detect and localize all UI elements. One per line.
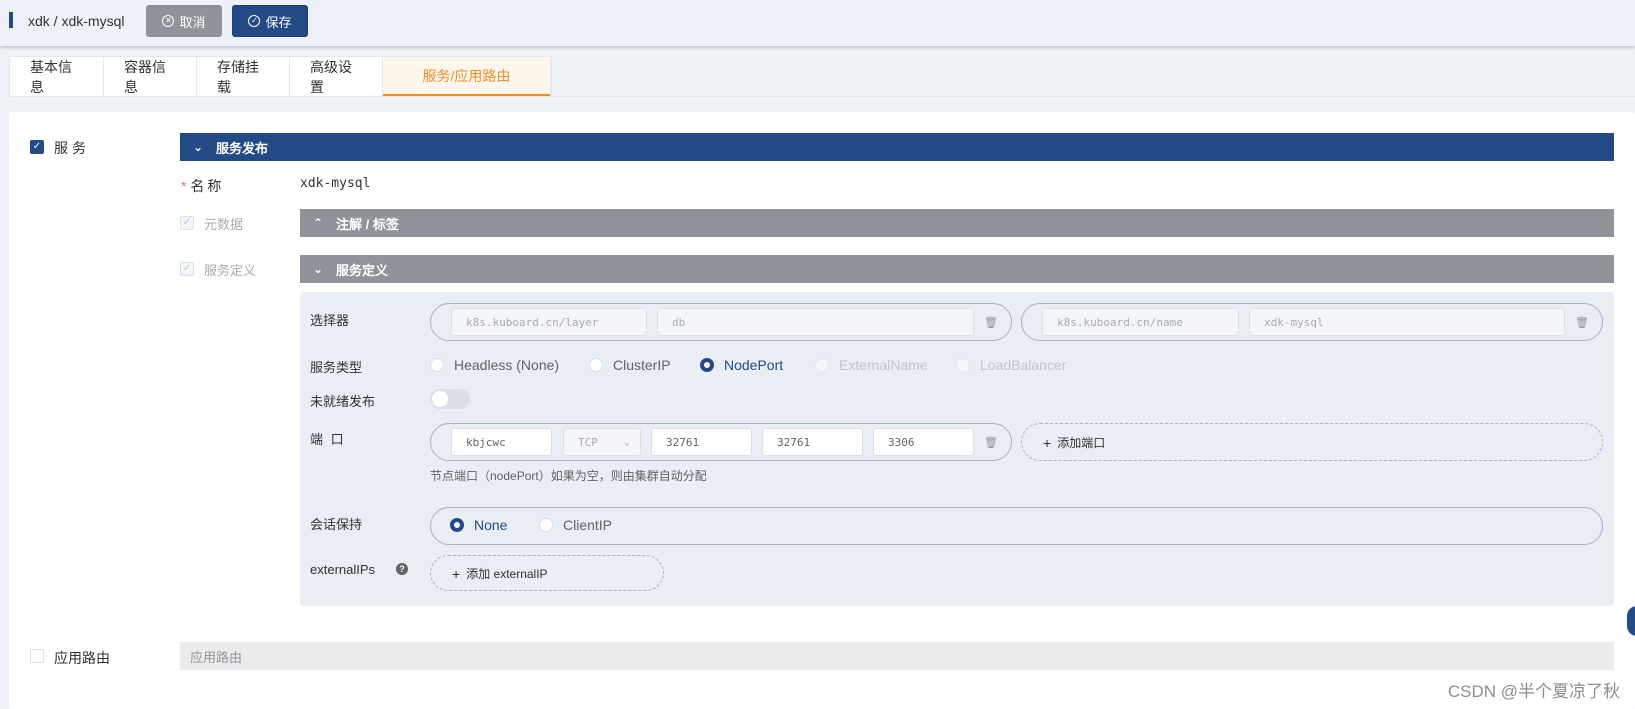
radio-dot bbox=[700, 358, 714, 372]
selector-value-input-1[interactable]: db bbox=[657, 308, 974, 336]
route-checkbox[interactable] bbox=[30, 649, 44, 663]
port-name-input[interactable]: kbjcwc bbox=[451, 428, 552, 456]
add-external-ip-label[interactable]: + 添加 externalIP bbox=[452, 565, 548, 582]
chevron-down-icon: ⌄ bbox=[312, 262, 324, 276]
top-header: xdk / xdk-mysql ✕ 取消 ✓ 保存 bbox=[0, 0, 1635, 46]
unready-publish-switch[interactable] bbox=[430, 389, 470, 409]
definition-title: 服务定义 bbox=[336, 262, 389, 278]
radio-externalname[interactable]: ExternalName bbox=[815, 357, 928, 373]
name-value: xdk-mysql bbox=[300, 176, 371, 191]
selector-key-input-1[interactable]: k8s.kuboard.cn/layer bbox=[451, 308, 647, 336]
close-circle-icon: ✕ bbox=[162, 15, 175, 27]
definition-checkbox[interactable]: ✓ bbox=[180, 262, 194, 276]
switch-knob bbox=[432, 391, 448, 407]
radio-dot bbox=[956, 358, 970, 372]
service-publish-title: 服务发布 bbox=[216, 140, 269, 156]
trash-icon[interactable]: 🗑 bbox=[984, 436, 998, 449]
chevron-down-icon: ⌄ bbox=[623, 436, 630, 448]
add-port-button[interactable] bbox=[1021, 423, 1603, 461]
name-label: * 名称 bbox=[181, 178, 225, 194]
radio-session-none[interactable]: None bbox=[450, 517, 507, 533]
radio-session-clientip[interactable]: ClientIP bbox=[539, 517, 612, 533]
radio-nodeport[interactable]: NodePort bbox=[700, 357, 783, 373]
port-input[interactable]: 32761 bbox=[762, 428, 863, 456]
tab-container-info[interactable]: 容器信息 bbox=[104, 57, 197, 97]
service-publish-header[interactable]: ⌄ 服务发布 bbox=[180, 133, 1614, 161]
title-accent bbox=[9, 12, 13, 28]
radio-loadbalancer[interactable]: LoadBalancer bbox=[956, 357, 1066, 373]
trash-icon[interactable]: 🗑 bbox=[1575, 316, 1589, 329]
floating-assistant-button[interactable] bbox=[1627, 606, 1635, 636]
annotations-header[interactable]: ⌃ 注解 / 标签 bbox=[300, 209, 1614, 237]
help-icon[interactable]: ? bbox=[396, 563, 408, 575]
chevron-down-icon: ⌄ bbox=[192, 140, 204, 154]
save-button[interactable]: ✓ 保存 bbox=[232, 5, 308, 37]
save-button-label: 保存 bbox=[265, 14, 292, 30]
annotations-title: 注解 / 标签 bbox=[336, 216, 399, 232]
service-type-label: 服务类型 bbox=[310, 360, 363, 375]
unready-publish-label: 未就绪发布 bbox=[310, 394, 376, 409]
service-checkbox-label: 服务 bbox=[54, 140, 90, 156]
radio-dot bbox=[430, 358, 444, 372]
route-checkbox-label: 应用路由 bbox=[54, 650, 110, 666]
trash-icon[interactable]: 🗑 bbox=[984, 316, 998, 329]
service-checkbox[interactable]: ✓ bbox=[30, 140, 44, 154]
selector-label: 选择器 bbox=[310, 313, 350, 328]
cancel-button[interactable]: ✕ 取消 bbox=[146, 5, 222, 37]
check-circle-icon: ✓ bbox=[248, 15, 261, 27]
radio-dot bbox=[539, 518, 553, 532]
tab-bar: 基本信息 容器信息 存储挂载 高级设置 服务/应用路由 bbox=[9, 56, 552, 97]
required-mark: * bbox=[181, 178, 187, 194]
tabs-divider bbox=[9, 96, 1635, 97]
definition-label: 服务定义 bbox=[204, 263, 257, 278]
radio-dot bbox=[589, 358, 603, 372]
radio-dot bbox=[450, 518, 464, 532]
protocol-select[interactable]: TCP ⌄ bbox=[563, 428, 641, 456]
plus-icon: + bbox=[452, 565, 461, 582]
tab-service-route[interactable]: 服务/应用路由 bbox=[383, 57, 551, 97]
node-port-hint: 节点端口（nodePort）如果为空，则由集群自动分配 bbox=[430, 469, 707, 483]
tab-basic-info[interactable]: 基本信息 bbox=[10, 57, 104, 97]
session-affinity-label: 会话保持 bbox=[310, 517, 363, 532]
ports-label: 端 口 bbox=[310, 432, 346, 447]
metadata-label: 元数据 bbox=[204, 217, 244, 232]
watermark: CSDN @半个夏凉了秋 bbox=[1447, 682, 1620, 701]
definition-header[interactable]: ⌄ 服务定义 bbox=[300, 255, 1614, 283]
radio-headless[interactable]: Headless (None) bbox=[430, 357, 559, 373]
page-title: xdk / xdk-mysql bbox=[28, 13, 125, 29]
target-port-input[interactable]: 3306 bbox=[873, 428, 974, 456]
metadata-checkbox[interactable]: ✓ bbox=[180, 216, 194, 230]
tab-advanced-settings[interactable]: 高级设置 bbox=[290, 57, 383, 97]
node-port-input[interactable]: 32761 bbox=[651, 428, 752, 456]
external-ips-label: externalIPs bbox=[310, 562, 376, 577]
selector-value-input-2[interactable]: xdk-mysql bbox=[1249, 308, 1565, 336]
plus-icon: + bbox=[1043, 434, 1052, 451]
cancel-button-label: 取消 bbox=[179, 14, 206, 30]
radio-clusterip[interactable]: ClusterIP bbox=[589, 357, 671, 373]
selector-key-input-2[interactable]: k8s.kuboard.cn/name bbox=[1042, 308, 1239, 336]
radio-dot bbox=[815, 358, 829, 372]
tab-storage-mount[interactable]: 存储挂载 bbox=[197, 57, 290, 97]
add-port-label[interactable]: + 添加端口 bbox=[1043, 434, 1105, 451]
route-bar[interactable]: 应用路由 bbox=[180, 642, 1614, 670]
chevron-up-icon: ⌃ bbox=[312, 216, 324, 230]
